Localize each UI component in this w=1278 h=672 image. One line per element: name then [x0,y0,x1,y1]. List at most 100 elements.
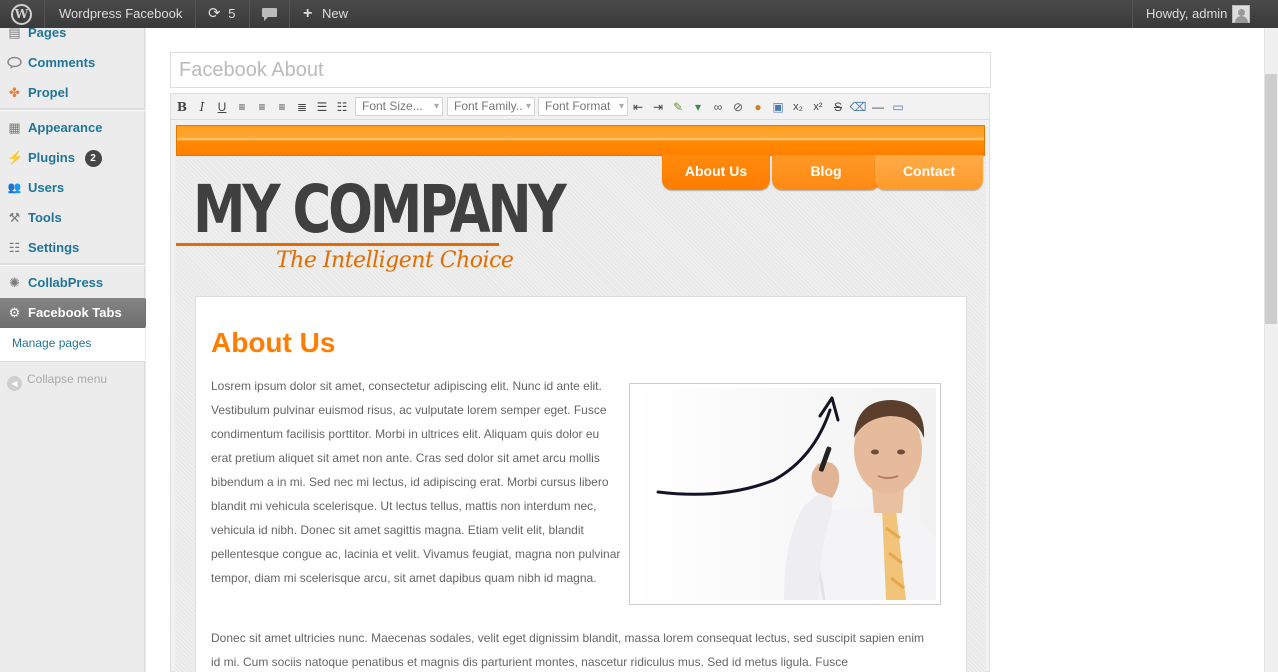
menu-item-collabpress[interactable]: ✺ CollabPress [0,268,145,298]
color-picker-icon[interactable]: ● [749,98,767,116]
menu-label: CollabPress [28,275,104,290]
title-field[interactable]: Facebook About [170,52,991,88]
body-paragraph: Donec sit amet ultricies nunc. Maecenas … [211,631,925,669]
comment-bubble-icon [262,8,277,21]
menu-item-settings[interactable]: ☷ Settings [0,233,145,263]
plugins-icon: ⚡ [7,150,24,165]
nav-tab-contact[interactable]: Contact [875,155,983,190]
section-heading: About Us [211,327,336,358]
menu-separator [0,263,145,266]
menu-label: Plugins [28,150,75,165]
divider [44,0,45,28]
main-content: Facebook About B I U ≡ ≡ ≡ ≣ ☰ ☷ Font Si… [146,28,1264,672]
divider [1132,0,1133,28]
company-logo-text: MY COMPANY [193,171,567,248]
company-tagline: The Intelligent Choice [276,248,514,273]
paste-word-icon[interactable]: ▾ [689,98,707,116]
admin-bar: W Wordpress Facebook ⟳ 5 + New Howdy, ad… [0,0,1278,28]
editor-content-area[interactable]: About Us Blog Contact MY COMPANY The Int… [175,125,986,672]
menu-label: Users [28,180,65,195]
link-icon[interactable]: ∞ [709,98,727,116]
settings-icon: ☷ [8,240,21,255]
header-bar [176,125,985,156]
menu-item-plugins[interactable]: ⚡ Plugins 2 [0,143,145,173]
font-format-select[interactable]: Font Format [538,97,628,116]
menu-label: Comments [28,55,96,70]
new-label: New [321,6,348,21]
superscript-icon[interactable]: x² [809,98,827,116]
site-name-link[interactable]: Wordpress Facebook [59,0,182,28]
gear-icon: ⚙ [8,305,21,320]
underline-icon[interactable]: U [213,98,231,116]
refresh-icon: ⟳ [208,5,221,22]
menu-item-comments[interactable]: Comments [0,48,145,78]
updates-count: 5 [228,6,236,21]
updates-link[interactable]: ⟳ 5 [208,0,235,28]
facebook-tabs-submenu: Manage pages [0,328,145,362]
menu-item-tools[interactable]: ⚒ Tools [0,203,145,233]
indent-icon[interactable]: ⇥ [649,98,667,116]
logo-underline [176,243,499,246]
body-paragraph: Losrem ipsum dolor sit amet, consectetur… [211,379,621,585]
subscript-icon[interactable]: x₂ [789,98,807,116]
nav-tab-blog[interactable]: Blog [772,155,880,190]
business-man-photo [629,383,941,605]
divider [289,0,290,28]
menu-separator [0,108,145,111]
strikethrough-icon[interactable]: S [829,98,847,116]
appearance-icon: ▦ [8,120,21,135]
html-source-icon[interactable]: ▭ [889,98,907,116]
divider [195,0,196,28]
scrollbar-thumb[interactable] [1265,74,1277,324]
pages-icon: ▤ [8,25,21,40]
horizontal-rule-icon[interactable]: ― [869,98,887,116]
my-account-link[interactable]: Howdy, admin [1146,0,1227,28]
bullet-list-icon[interactable]: ☰ [313,98,331,116]
comments-link[interactable] [261,0,278,28]
propel-icon: ✤ [9,85,20,100]
collapse-menu-button[interactable]: ◀ Collapse menu [7,372,107,391]
numbered-list-icon[interactable]: ☷ [333,98,351,116]
font-size-select[interactable]: Font Size... [355,97,443,116]
collapse-arrow-icon: ◀ [7,376,22,391]
man-drawing-arrow-image [634,388,936,600]
menu-item-users[interactable]: 👥 Users [0,173,145,203]
align-center-icon[interactable]: ≡ [253,98,271,116]
outdent-icon[interactable]: ⇤ [629,98,647,116]
wordpress-logo-icon[interactable]: W [11,4,32,25]
new-content-link[interactable]: + New [303,0,348,28]
collabpress-icon: ✺ [9,275,20,290]
content-card: About Us Losrem ipsum dolor sit amet, co… [195,296,967,672]
bold-icon[interactable]: B [173,98,191,116]
align-right-icon[interactable]: ≡ [273,98,291,116]
clear-format-icon[interactable]: ⌫ [849,98,867,116]
menu-label: Appearance [28,120,103,135]
menu-item-appearance[interactable]: ▦ Appearance [0,113,145,143]
tools-icon: ⚒ [8,210,21,225]
unlink-icon[interactable]: ⊘ [729,98,747,116]
submenu-item-manage-pages[interactable]: Manage pages [12,336,91,350]
editor-toolbar: B I U ≡ ≡ ≡ ≣ ☰ ☷ Font Size... Font Fami… [171,94,989,120]
menu-label: Tools [28,210,62,225]
divider [249,0,250,28]
avatar[interactable] [1232,5,1250,23]
italic-icon[interactable]: I [193,98,211,116]
image-icon[interactable]: ▣ [769,98,787,116]
users-icon: 👥 [7,182,22,194]
admin-sidebar: ▤ Pages Comments ✤ Propel ▦ Appearance ⚡… [0,25,155,672]
menu-label: Settings [28,240,80,255]
collapse-label: Collapse menu [27,372,108,386]
menu-item-facebook-tabs[interactable]: ⚙ Facebook Tabs [0,298,155,328]
plus-icon: + [303,5,313,22]
font-family-select[interactable]: Font Family.. [447,97,535,116]
rich-text-editor: B I U ≡ ≡ ≡ ≣ ☰ ☷ Font Size... Font Fami… [170,93,990,672]
paste-text-icon[interactable]: ✎ [669,98,687,116]
comments-icon [7,56,22,70]
menu-label: Propel [28,85,69,100]
align-left-icon[interactable]: ≡ [233,98,251,116]
nav-tab-about[interactable]: About Us [662,155,770,190]
menu-item-propel[interactable]: ✤ Propel [0,78,145,108]
menu-label: Facebook Tabs [28,305,122,320]
align-justify-icon[interactable]: ≣ [293,98,311,116]
plugins-update-badge: 2 [84,150,102,167]
